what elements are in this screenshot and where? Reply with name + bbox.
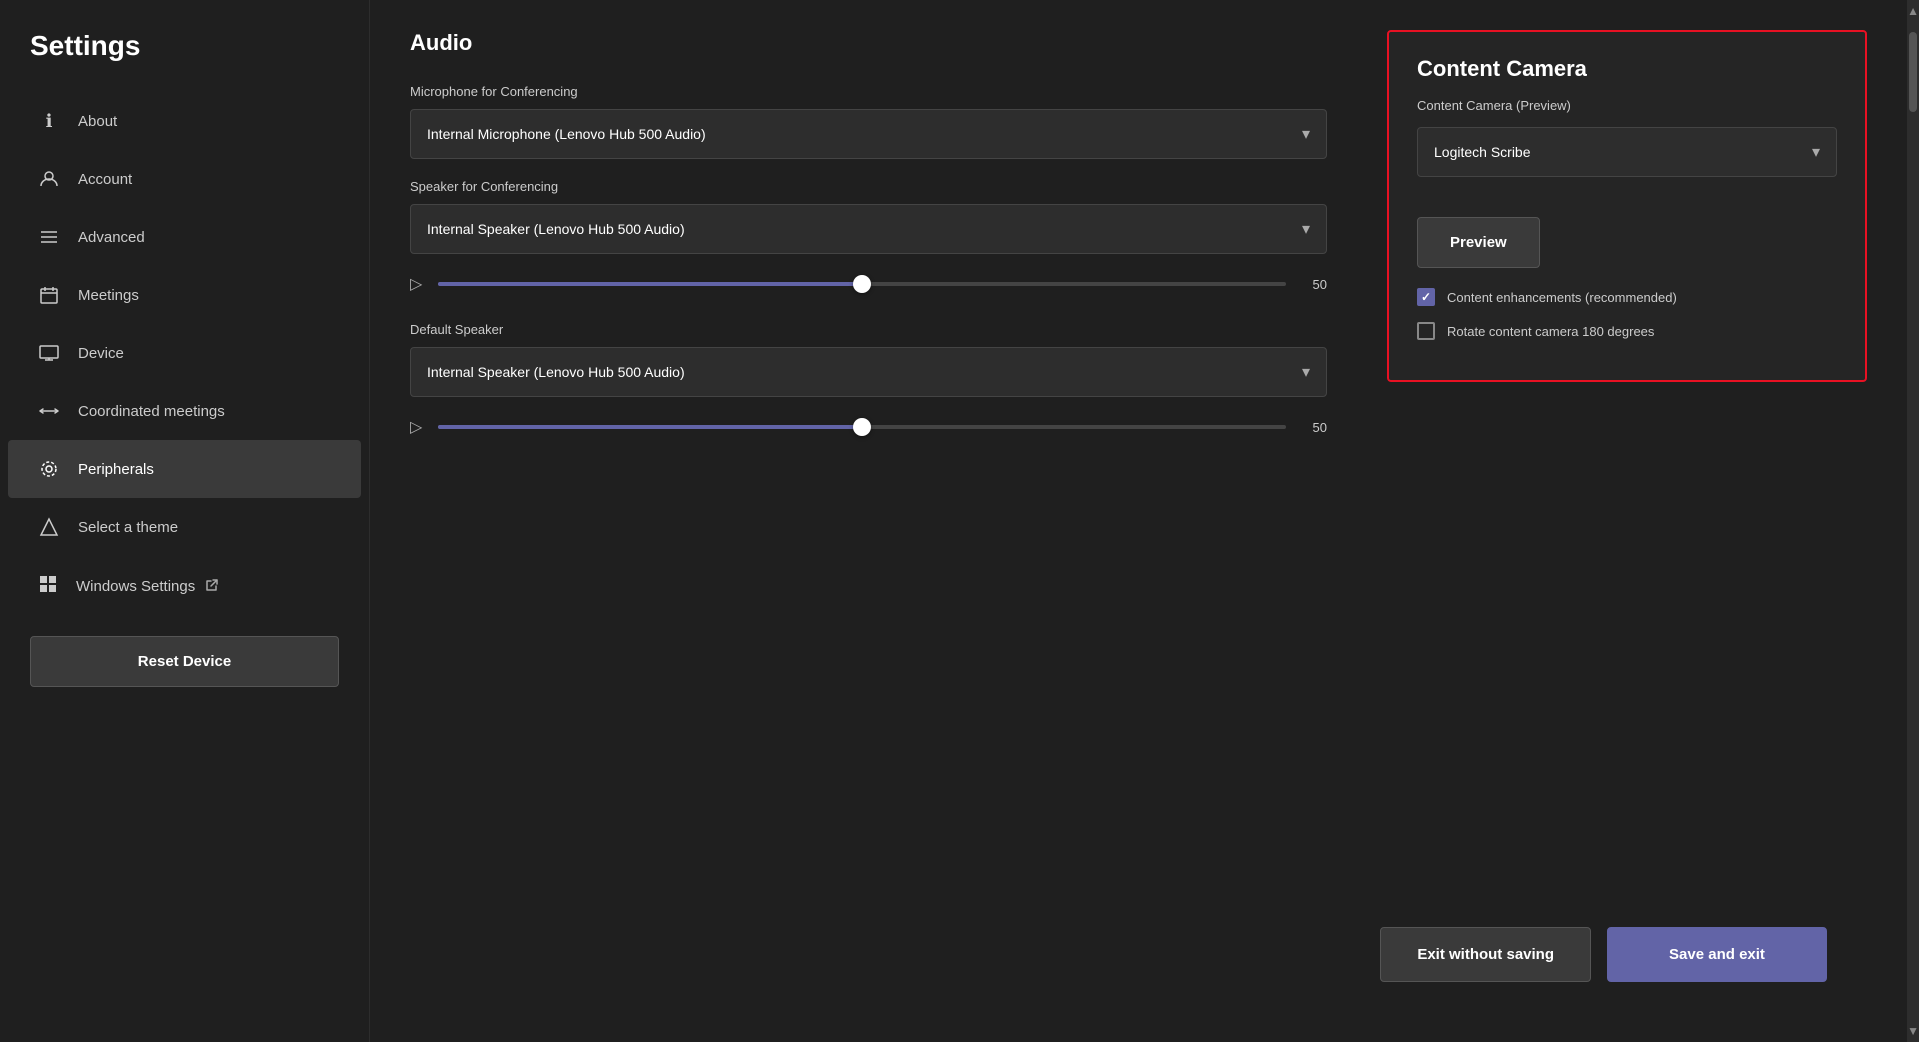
microphone-dropdown-arrow: ▾ <box>1302 124 1310 144</box>
speaker-volume-thumb[interactable] <box>853 275 871 293</box>
windows-label-group: Windows Settings <box>76 578 331 595</box>
settings-title: Settings <box>0 30 369 92</box>
coordinated-icon <box>38 400 60 422</box>
exit-without-saving-button[interactable]: Exit without saving <box>1380 927 1591 982</box>
sidebar-label-theme: Select a theme <box>78 519 178 536</box>
microphone-label: Microphone for Conferencing <box>410 84 1327 99</box>
camera-title: Content Camera <box>1417 56 1837 82</box>
default-speaker-play-icon[interactable]: ▷ <box>410 417 422 437</box>
default-speaker-fill <box>438 425 862 429</box>
default-speaker-dropdown[interactable]: Internal Speaker (Lenovo Hub 500 Audio) … <box>410 347 1327 397</box>
sidebar-item-theme[interactable]: Select a theme <box>8 498 361 556</box>
sidebar-item-peripherals[interactable]: Peripherals <box>8 440 361 498</box>
enhancement-checkbox[interactable]: ✓ <box>1417 288 1435 306</box>
speaker-conferencing-value: Internal Speaker (Lenovo Hub 500 Audio) <box>427 221 685 237</box>
sidebar-item-coordinated[interactable]: Coordinated meetings <box>8 382 361 440</box>
default-speaker-volume-value: 50 <box>1302 420 1327 435</box>
speaker-volume-slider-row: ▷ 50 <box>410 274 1327 294</box>
windows-label: Windows Settings <box>76 578 195 595</box>
sidebar: Settings ℹ About Account Advanced <box>0 0 370 1042</box>
sidebar-label-meetings: Meetings <box>78 287 139 304</box>
main-content: Audio Microphone for Conferencing Intern… <box>370 0 1907 1042</box>
default-speaker-thumb[interactable] <box>853 418 871 436</box>
preview-button[interactable]: Preview <box>1417 217 1540 268</box>
speaker-conferencing-label: Speaker for Conferencing <box>410 179 1327 194</box>
rotate-label: Rotate content camera 180 degrees <box>1447 324 1654 339</box>
speaker-volume-value: 50 <box>1302 277 1327 292</box>
scrollbar-thumb[interactable] <box>1909 32 1917 112</box>
content-camera-section: Content Camera Content Camera (Preview) … <box>1387 30 1867 382</box>
scrollbar: ▲ ▼ <box>1907 0 1919 1042</box>
peripherals-icon <box>38 458 60 480</box>
save-and-exit-button[interactable]: Save and exit <box>1607 927 1827 982</box>
reset-device-button[interactable]: Reset Device <box>30 636 339 687</box>
enhancement-checkbox-row: ✓ Content enhancements (recommended) <box>1417 288 1837 306</box>
enhancement-label: Content enhancements (recommended) <box>1447 290 1677 305</box>
default-speaker-label: Default Speaker <box>410 322 1327 337</box>
sidebar-label-coordinated: Coordinated meetings <box>78 403 225 420</box>
speaker-conferencing-dropdown[interactable]: Internal Speaker (Lenovo Hub 500 Audio) … <box>410 204 1327 254</box>
default-speaker-track[interactable] <box>438 425 1286 429</box>
microphone-dropdown[interactable]: Internal Microphone (Lenovo Hub 500 Audi… <box>410 109 1327 159</box>
sidebar-label-about: About <box>78 113 117 130</box>
info-icon: ℹ <box>38 110 60 132</box>
meetings-icon <box>38 284 60 306</box>
sidebar-item-windows[interactable]: Windows Settings <box>8 556 361 616</box>
sidebar-item-device[interactable]: Device <box>8 324 361 382</box>
content-columns: Audio Microphone for Conferencing Intern… <box>410 30 1867 897</box>
camera-subtitle: Content Camera (Preview) <box>1417 98 1837 113</box>
enhancement-checkmark: ✓ <box>1421 290 1431 304</box>
sidebar-item-advanced[interactable]: Advanced <box>8 208 361 266</box>
speaker-volume-track[interactable] <box>438 282 1286 286</box>
sidebar-label-advanced: Advanced <box>78 229 145 246</box>
theme-icon <box>38 516 60 538</box>
default-speaker-value: Internal Speaker (Lenovo Hub 500 Audio) <box>427 364 685 380</box>
advanced-icon <box>38 226 60 248</box>
speaker-conferencing-arrow: ▾ <box>1302 219 1310 239</box>
microphone-value: Internal Microphone (Lenovo Hub 500 Audi… <box>427 126 706 142</box>
device-icon <box>38 342 60 364</box>
windows-icon <box>38 574 58 598</box>
rotate-checkbox[interactable] <box>1417 322 1435 340</box>
sidebar-item-meetings[interactable]: Meetings <box>8 266 361 324</box>
default-speaker-arrow: ▾ <box>1302 362 1310 382</box>
default-speaker-slider-row: ▷ 50 <box>410 417 1327 437</box>
camera-value: Logitech Scribe <box>1434 144 1531 160</box>
bottom-bar: Exit without saving Save and exit <box>410 897 1867 1012</box>
scroll-down-arrow[interactable]: ▼ <box>1903 1020 1919 1042</box>
audio-title: Audio <box>410 30 1327 56</box>
scroll-up-arrow[interactable]: ▲ <box>1903 0 1919 22</box>
sidebar-item-account[interactable]: Account <box>8 150 361 208</box>
sidebar-label-device: Device <box>78 345 124 362</box>
audio-section: Audio Microphone for Conferencing Intern… <box>410 30 1327 897</box>
speaker-volume-fill <box>438 282 862 286</box>
camera-dropdown[interactable]: Logitech Scribe ▾ <box>1417 127 1837 177</box>
rotate-checkbox-row: Rotate content camera 180 degrees <box>1417 322 1837 340</box>
sidebar-label-account: Account <box>78 171 132 188</box>
camera-dropdown-arrow: ▾ <box>1812 142 1820 162</box>
external-link-icon <box>205 578 219 595</box>
speaker-play-icon[interactable]: ▷ <box>410 274 422 294</box>
sidebar-label-peripherals: Peripherals <box>78 461 154 478</box>
account-icon <box>38 168 60 190</box>
sidebar-item-about[interactable]: ℹ About <box>8 92 361 150</box>
